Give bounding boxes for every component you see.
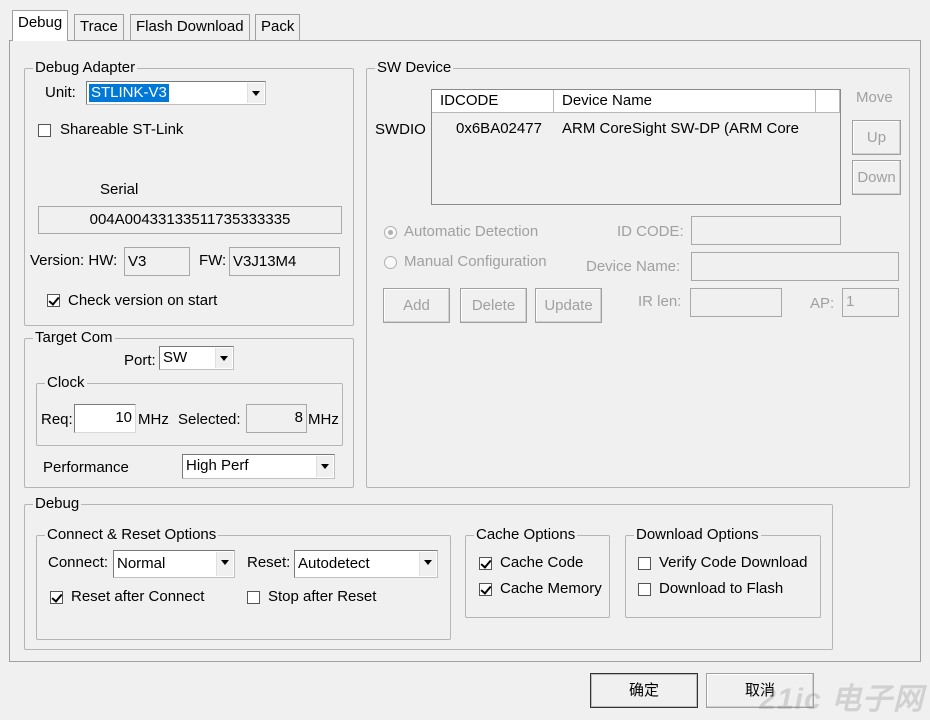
debug-title: Debug (33, 495, 82, 513)
download-options-title: Download Options (634, 526, 761, 544)
sw-device-list[interactable]: IDCODE Device Name 0x6BA02477 ARM CoreSi… (431, 89, 841, 205)
download-flash-checkbox[interactable] (638, 583, 651, 596)
hw-field: V3 (124, 247, 190, 276)
req-input[interactable]: 10 (74, 404, 136, 433)
move-label: Move (856, 89, 893, 106)
tab-debug[interactable]: Debug (12, 10, 69, 41)
watermark-logo: 21ic 电子网 (759, 683, 924, 716)
port-value: SW (163, 349, 188, 366)
check-version-checkbox[interactable] (47, 294, 60, 307)
port-select[interactable]: SW (159, 346, 234, 370)
row-idcode: 0x6BA02477 (456, 120, 542, 137)
debug-adapter-group: Debug Adapter (24, 59, 354, 326)
connect-value: Normal (117, 555, 166, 572)
performance-label: Performance (43, 459, 129, 476)
performance-select[interactable]: High Perf (182, 454, 335, 479)
id-code-label: ID CODE: (617, 223, 684, 240)
serial-field: 004A00433133511735333335 (38, 206, 342, 234)
target-com-title: Target Com (33, 329, 115, 347)
reset-select[interactable]: Autodetect (294, 550, 438, 578)
fw-field: V3J13M4 (229, 247, 340, 276)
cache-code-checkbox[interactable] (479, 557, 492, 570)
manual-config-label: Manual Configuration (404, 253, 547, 270)
column-extra (816, 90, 840, 113)
column-device-name[interactable]: Device Name (554, 90, 816, 113)
selected-unit: MHz (308, 411, 339, 428)
tab-flash-download[interactable]: Flash Download (130, 14, 250, 40)
clock-title: Clock (45, 374, 87, 392)
unit-value: STLINK-V3 (89, 84, 169, 102)
stop-after-reset-checkbox[interactable] (247, 591, 260, 604)
ap-label: AP: (810, 295, 835, 312)
chevron-down-icon[interactable] (316, 456, 333, 477)
down-button[interactable]: Down (852, 160, 901, 195)
ok-button[interactable]: 确定 (590, 673, 698, 708)
chevron-down-icon[interactable] (419, 552, 436, 576)
req-unit: MHz (138, 411, 169, 428)
device-name-input[interactable] (691, 252, 899, 281)
download-options-group: Download Options (625, 526, 821, 618)
fw-label: FW: (199, 252, 227, 269)
performance-value: High Perf (186, 457, 249, 474)
chevron-down-icon[interactable] (216, 552, 233, 576)
serial-label: Serial (100, 181, 139, 198)
selected-field: 8 (246, 404, 307, 433)
reset-after-connect-checkbox[interactable] (50, 591, 63, 604)
add-button[interactable]: Add (383, 288, 450, 323)
req-label: Req: (41, 411, 73, 428)
column-idcode[interactable]: IDCODE (432, 90, 554, 113)
verify-download-checkbox[interactable] (638, 557, 651, 570)
shareable-label: Shareable ST-Link (60, 121, 184, 138)
ir-len-input[interactable] (690, 288, 782, 317)
reset-label: Reset: (247, 554, 291, 571)
cache-options-group: Cache Options (465, 526, 610, 618)
reset-after-connect-label: Reset after Connect (71, 588, 205, 605)
stop-after-reset-label: Stop after Reset (268, 588, 377, 605)
unit-label: Unit: (45, 84, 76, 101)
download-flash-label: Download to Flash (659, 580, 784, 597)
connect-label: Connect: (48, 554, 109, 571)
row-device-name: ARM CoreSight SW-DP (ARM Core (562, 120, 799, 137)
ir-len-label: IR len: (638, 293, 682, 310)
tab-pack[interactable]: Pack (255, 14, 301, 40)
cache-code-label: Cache Code (500, 554, 584, 571)
cache-memory-label: Cache Memory (500, 580, 602, 597)
up-button[interactable]: Up (852, 120, 901, 155)
delete-button[interactable]: Delete (460, 288, 527, 323)
ap-input[interactable]: 1 (842, 288, 899, 317)
cache-memory-checkbox[interactable] (479, 583, 492, 596)
id-code-input[interactable] (691, 216, 841, 245)
manual-config-radio[interactable] (384, 256, 397, 269)
device-name-label: Device Name: (586, 258, 681, 275)
version-hw-label: Version: HW: (30, 252, 118, 269)
auto-detection-label: Automatic Detection (404, 223, 539, 240)
verify-download-label: Verify Code Download (659, 554, 808, 571)
chevron-down-icon[interactable] (247, 83, 264, 103)
reset-value: Autodetect (298, 555, 370, 572)
update-button[interactable]: Update (535, 288, 602, 323)
debug-adapter-title: Debug Adapter (33, 59, 138, 77)
sw-device-title: SW Device (375, 59, 454, 77)
tab-trace[interactable]: Trace (74, 14, 124, 40)
shareable-checkbox[interactable] (38, 124, 51, 137)
check-version-label: Check version on start (68, 292, 218, 309)
unit-select[interactable]: STLINK-V3 (86, 81, 266, 105)
chevron-down-icon[interactable] (215, 348, 232, 368)
port-label: Port: (124, 352, 156, 369)
swdio-label: SWDIO (375, 121, 426, 138)
connect-reset-title: Connect & Reset Options (45, 526, 219, 544)
cache-options-title: Cache Options (474, 526, 578, 544)
selected-label: Selected: (178, 411, 241, 428)
auto-detection-radio[interactable] (384, 226, 397, 239)
connect-select[interactable]: Normal (113, 550, 235, 578)
